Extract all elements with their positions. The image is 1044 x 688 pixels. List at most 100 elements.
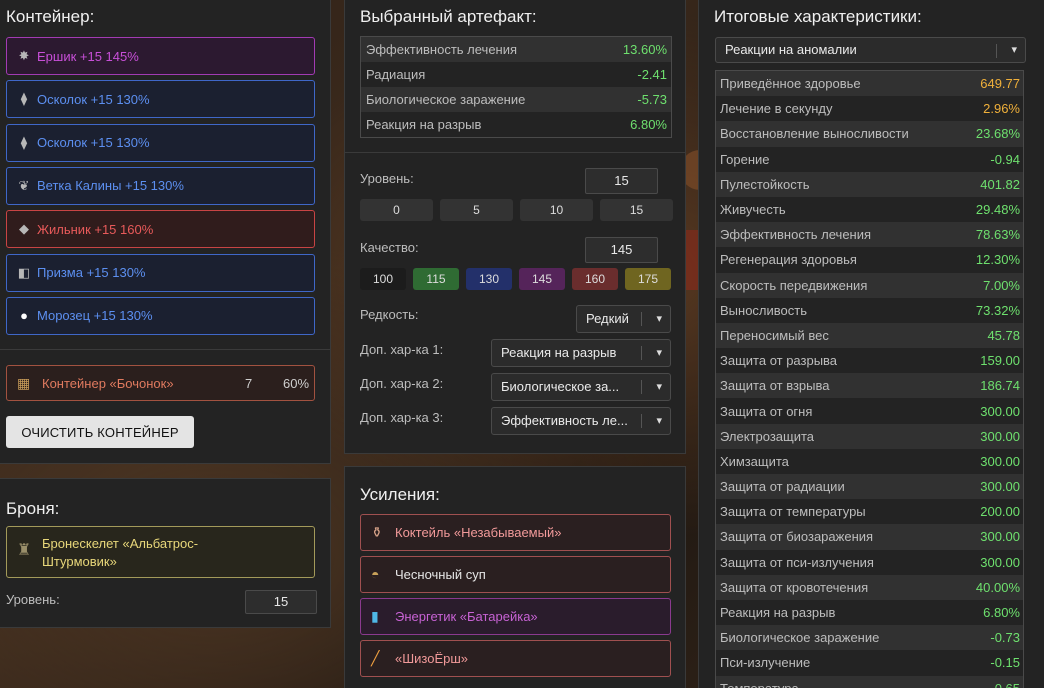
summary-stat-value: 78.63% xyxy=(975,227,1020,243)
select-separator xyxy=(641,414,642,428)
artifact-title: Выбранный артефакт: xyxy=(360,7,537,26)
artifact-slot[interactable]: ❦ Ветка Калины +15 130% xyxy=(6,166,315,205)
summary-stat-row: Выносливость 73.32% xyxy=(716,298,1023,323)
level-preset-button[interactable]: 10 xyxy=(520,199,593,221)
artifact-stat-value: -5.73 xyxy=(637,92,667,107)
artifact-stat-row: Реакция на разрыв 6.80% xyxy=(361,112,671,137)
chevron-down-icon: ▾ xyxy=(656,347,662,359)
rarity-value: Редкий xyxy=(586,311,629,326)
boosts-title: Усиления: xyxy=(360,485,440,504)
quality-preset-button[interactable]: 175 xyxy=(625,268,671,290)
artifact-slot[interactable]: ⧫ Осколок +15 130% xyxy=(6,80,315,119)
armor-title: Броня: xyxy=(6,499,60,518)
extra1-value: Реакция на разрыв xyxy=(501,345,617,360)
artifact-stat-row: Радиация -2.41 xyxy=(361,62,671,87)
summary-stat-row: Эффективность лечения 78.63% xyxy=(716,222,1023,248)
armor-level-input[interactable]: 15 xyxy=(245,590,317,614)
artifact-stat-name: Биологическое заражение xyxy=(366,92,526,107)
summary-stat-value: 200.00 xyxy=(980,504,1020,520)
summary-title: Итоговые характеристики: xyxy=(714,7,922,26)
clear-container-button[interactable]: ОЧИСТИТЬ КОНТЕЙНЕР xyxy=(6,416,194,448)
summary-stat-row: Защита от кровотечения 40.00% xyxy=(716,574,1023,600)
summary-stat-row: Восстановление выносливости 23.68% xyxy=(716,121,1023,147)
rarity-select[interactable]: Редкий ▾ xyxy=(576,305,671,333)
summary-stat-value: 7.00% xyxy=(983,277,1020,293)
summary-stat-name: Температура xyxy=(720,681,799,688)
summary-stat-value: 40.00% xyxy=(975,579,1020,595)
summary-stat-value: 0.65 xyxy=(995,681,1020,688)
summary-stat-name: Защита от огня xyxy=(720,403,813,419)
rarity-label: Редкость: xyxy=(360,307,419,322)
summary-stat-value: 29.48% xyxy=(975,202,1020,218)
quality-preset-button[interactable]: 115 xyxy=(413,268,459,290)
boost-item[interactable]: ╱ «ШизоЁрш» xyxy=(360,640,671,677)
summary-filter-select[interactable]: Реакции на аномалии ▾ xyxy=(715,37,1026,63)
chevron-down-icon: ▾ xyxy=(656,313,662,325)
artifact-quality-label: Качество: xyxy=(360,240,419,255)
artifact-stat-value: -2.41 xyxy=(637,67,667,82)
artifact-level-input[interactable]: 15 xyxy=(585,168,658,194)
artifact-quality-input[interactable]: 145 xyxy=(585,237,658,263)
extra3-select[interactable]: Эффективность ле... ▾ xyxy=(491,407,671,435)
summary-stat-value: -0.15 xyxy=(990,655,1020,671)
quality-preset-button[interactable]: 145 xyxy=(519,268,565,290)
artifact-level-label: Уровень: xyxy=(360,171,414,186)
level-preset-button[interactable]: 15 xyxy=(600,199,673,221)
artifact-stats-table: Эффективность лечения 13.60% Радиация -2.41… xyxy=(360,36,672,138)
artifact-slot[interactable]: ◧ Призма +15 130% xyxy=(6,253,315,292)
extra3-value: Эффективность ле... xyxy=(501,413,628,428)
container-item[interactable]: ▦ Контейнер «Бочонок» 7 60% xyxy=(6,365,315,401)
summary-stat-row: Реакция на разрыв 6.80% xyxy=(716,600,1023,625)
vein-icon: ◆ xyxy=(19,221,29,237)
boost-item[interactable]: ◓ Чесночный суп xyxy=(360,556,671,593)
summary-stat-value: -0.94 xyxy=(990,151,1020,167)
summary-stat-name: Скорость передвижения xyxy=(720,277,868,293)
container-divider xyxy=(0,349,330,350)
summary-stat-row: Защита от огня 300.00 xyxy=(716,398,1023,423)
select-separator xyxy=(641,380,642,394)
summary-stat-value: 12.30% xyxy=(975,252,1020,268)
artifact-panel: Выбранный артефакт: Эффективность лечени… xyxy=(344,0,686,454)
artifact-slot[interactable]: ● Морозец +15 130% xyxy=(6,296,315,335)
artifact-slot[interactable]: ⧫ Осколок +15 130% xyxy=(6,123,315,162)
artifact-slot[interactable]: ◆ Жильник +15 160% xyxy=(6,210,315,249)
summary-stat-value: 401.82 xyxy=(980,176,1020,192)
summary-stat-value: 159.00 xyxy=(980,353,1020,369)
summary-stat-value: 2.96% xyxy=(983,101,1020,117)
branch-icon: ❦ xyxy=(18,177,30,193)
select-separator xyxy=(641,346,642,360)
summary-stat-value: -0.73 xyxy=(990,630,1020,646)
summary-stat-value: 300.00 xyxy=(980,479,1020,495)
summary-stat-row: Защита от радиации 300.00 xyxy=(716,474,1023,500)
summary-stat-value: 45.78 xyxy=(987,327,1020,343)
select-separator xyxy=(996,44,997,58)
extra2-select[interactable]: Биологическое за... ▾ xyxy=(491,373,671,401)
quality-preset-button[interactable]: 100 xyxy=(360,268,406,290)
summary-stat-value: 300.00 xyxy=(980,554,1020,570)
summary-stat-name: Приведённое здоровье xyxy=(720,76,861,92)
level-preset-button[interactable]: 0 xyxy=(360,199,433,221)
summary-stat-name: Горение xyxy=(720,151,770,167)
extra2-label: Доп. хар-ка 2: xyxy=(360,376,444,391)
summary-stat-row: Защита от пси-излучения 300.00 xyxy=(716,550,1023,575)
chevron-down-icon: ▾ xyxy=(656,415,662,427)
summary-stat-row: Приведённое здоровье 649.77 xyxy=(716,71,1023,97)
summary-stat-row: Защита от биозаражения 300.00 xyxy=(716,524,1023,550)
summary-stat-row: Защита от взрыва 186.74 xyxy=(716,373,1023,399)
artifact-slot[interactable]: ✸ Ершик +15 145% xyxy=(6,37,315,75)
quality-preset-button[interactable]: 130 xyxy=(466,268,512,290)
barrel-icon: ▦ xyxy=(17,375,31,391)
armor-item[interactable]: ♜ Бронескелет «Альбатрос-Штурмовик» xyxy=(6,526,315,578)
extra1-select[interactable]: Реакция на разрыв ▾ xyxy=(491,339,671,367)
summary-panel: Итоговые характеристики: Реакции на аном… xyxy=(698,0,1044,688)
quality-preset-button[interactable]: 160 xyxy=(572,268,618,290)
summary-stat-name: Переносимый вес xyxy=(720,327,829,343)
extra1-label: Доп. хар-ка 1: xyxy=(360,342,444,357)
soup-icon: ◓ xyxy=(371,566,380,582)
extra2-value: Биологическое за... xyxy=(501,379,620,394)
boost-item[interactable]: ▮ Энергетик «Батарейка» xyxy=(360,598,671,635)
boost-item[interactable]: ⚱ Коктейль «Незабываемый» xyxy=(360,514,671,551)
summary-stat-row: Живучесть 29.48% xyxy=(716,197,1023,222)
summary-stat-value: 23.68% xyxy=(975,126,1020,142)
level-preset-button[interactable]: 5 xyxy=(440,199,513,221)
